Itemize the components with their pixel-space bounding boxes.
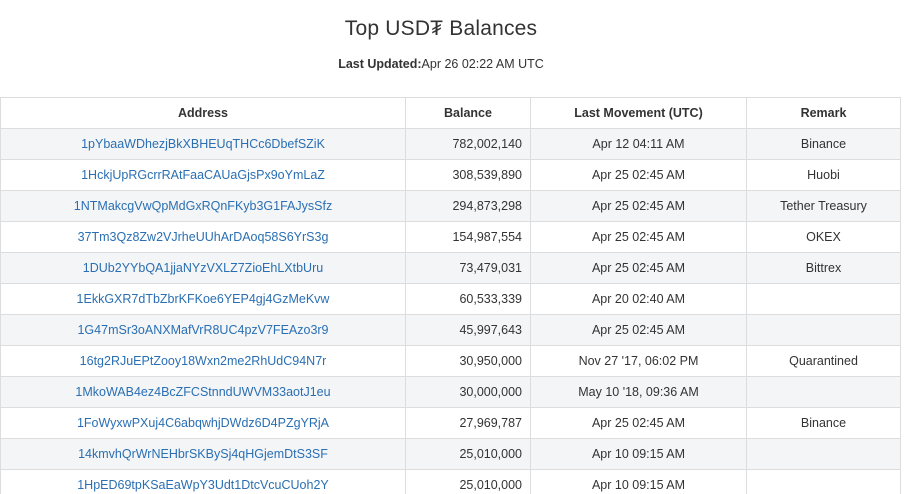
address-cell: 14kmvhQrWrNEHbrSKBySj4qHGjemDtS3SF bbox=[0, 438, 406, 470]
remark-cell bbox=[746, 314, 901, 346]
balance-cell: 60,533,339 bbox=[405, 283, 531, 315]
address-link[interactable]: 1NTMakcgVwQpMdGxRQnFKyb3G1FAJysSfz bbox=[74, 199, 332, 213]
address-cell: 1HpED69tpKSaEaWpY3Udt1DtcVcuCUoh2Y bbox=[0, 469, 406, 494]
remark-cell: Binance bbox=[746, 407, 901, 439]
address-cell: 1pYbaaWDhezjBkXBHEUqTHCc6DbefSZiK bbox=[0, 128, 406, 160]
address-link[interactable]: 1G47mSr3oANXMafVrR8UC4pzV7FEAzo3r9 bbox=[77, 323, 328, 337]
address-link[interactable]: 37Tm3Qz8Zw2VJrheUUhArDAoq58S6YrS3g bbox=[78, 230, 329, 244]
remark-cell: Tether Treasury bbox=[746, 190, 901, 222]
address-cell: 16tg2RJuEPtZooy18Wxn2me2RhUdC94N7r bbox=[0, 345, 406, 377]
last-movement-cell: Apr 10 09:15 AM bbox=[530, 469, 747, 494]
last-movement-cell: Apr 12 04:11 AM bbox=[530, 128, 747, 160]
address-cell: 1NTMakcgVwQpMdGxRQnFKyb3G1FAJysSfz bbox=[0, 190, 406, 222]
address-cell: 1G47mSr3oANXMafVrR8UC4pzV7FEAzo3r9 bbox=[0, 314, 406, 346]
table-row: 1G47mSr3oANXMafVrR8UC4pzV7FEAzo3r9 45,99… bbox=[0, 314, 901, 346]
address-cell: 1DUb2YYbQA1jjaNYzVXLZ7ZioEhLXtbUru bbox=[0, 252, 406, 284]
balance-cell: 308,539,890 bbox=[405, 159, 531, 191]
last-updated: Last Updated:Apr 26 02:22 AM UTC bbox=[0, 57, 882, 71]
address-link[interactable]: 1FoWyxwPXuj4C6abqwhjDWdz6D4PZgYRjA bbox=[77, 416, 329, 430]
table-row: 16tg2RJuEPtZooy18Wxn2me2RhUdC94N7r 30,95… bbox=[0, 345, 901, 377]
remark-cell: Binance bbox=[746, 128, 901, 160]
balance-cell: 25,010,000 bbox=[405, 469, 531, 494]
address-link[interactable]: 1pYbaaWDhezjBkXBHEUqTHCc6DbefSZiK bbox=[81, 137, 325, 151]
address-link[interactable]: 1EkkGXR7dTbZbrKFKoe6YEP4gj4GzMeKvw bbox=[77, 292, 330, 306]
balance-cell: 30,950,000 bbox=[405, 345, 531, 377]
last-movement-cell: Apr 25 02:45 AM bbox=[530, 159, 747, 191]
page: Top USD₮ Balances Last Updated:Apr 26 02… bbox=[0, 0, 917, 494]
balance-cell: 154,987,554 bbox=[405, 221, 531, 253]
table-row: 1NTMakcgVwQpMdGxRQnFKyb3G1FAJysSfz 294,8… bbox=[0, 190, 901, 222]
address-link[interactable]: 1MkoWAB4ez4BcZFCStnndUWVM33aotJ1eu bbox=[75, 385, 330, 399]
column-header-balance: Balance bbox=[405, 97, 531, 129]
balance-cell: 25,010,000 bbox=[405, 438, 531, 470]
remark-cell: OKEX bbox=[746, 221, 901, 253]
page-title: Top USD₮ Balances bbox=[344, 17, 538, 40]
table-row: 1DUb2YYbQA1jjaNYzVXLZ7ZioEhLXtbUru 73,47… bbox=[0, 252, 901, 284]
last-updated-label: Last Updated: bbox=[338, 57, 422, 71]
table-header-row: Address Balance Last Movement (UTC) Rema… bbox=[0, 97, 901, 129]
last-movement-cell: Apr 25 02:45 AM bbox=[530, 314, 747, 346]
table-row: 14kmvhQrWrNEHbrSKBySj4qHGjemDtS3SF 25,01… bbox=[0, 438, 901, 470]
last-movement-cell: Apr 10 09:15 AM bbox=[530, 438, 747, 470]
table-row: 1EkkGXR7dTbZbrKFKoe6YEP4gj4GzMeKvw 60,53… bbox=[0, 283, 901, 315]
address-cell: 1MkoWAB4ez4BcZFCStnndUWVM33aotJ1eu bbox=[0, 376, 406, 408]
remark-cell bbox=[746, 283, 901, 315]
remark-cell bbox=[746, 438, 901, 470]
last-movement-cell: Apr 25 02:45 AM bbox=[530, 407, 747, 439]
last-updated-value: Apr 26 02:22 AM UTC bbox=[421, 57, 544, 71]
balance-cell: 73,479,031 bbox=[405, 252, 531, 284]
address-link[interactable]: 14kmvhQrWrNEHbrSKBySj4qHGjemDtS3SF bbox=[78, 447, 328, 461]
table-row: 1pYbaaWDhezjBkXBHEUqTHCc6DbefSZiK 782,00… bbox=[0, 128, 901, 160]
remark-cell bbox=[746, 469, 901, 494]
column-header-address: Address bbox=[0, 97, 406, 129]
last-movement-cell: Nov 27 '17, 06:02 PM bbox=[530, 345, 747, 377]
address-cell: 1FoWyxwPXuj4C6abqwhjDWdz6D4PZgYRjA bbox=[0, 407, 406, 439]
table-row: 1FoWyxwPXuj4C6abqwhjDWdz6D4PZgYRjA 27,96… bbox=[0, 407, 901, 439]
remark-cell: Huobi bbox=[746, 159, 901, 191]
table-row: 37Tm3Qz8Zw2VJrheUUhArDAoq58S6YrS3g 154,9… bbox=[0, 221, 901, 253]
balance-cell: 30,000,000 bbox=[405, 376, 531, 408]
table-row: 1HckjUpRGcrrRAtFaaCAUaGjsPx9oYmLaZ 308,5… bbox=[0, 159, 901, 191]
table-row: 1HpED69tpKSaEaWpY3Udt1DtcVcuCUoh2Y 25,01… bbox=[0, 469, 901, 494]
remark-cell: Bittrex bbox=[746, 252, 901, 284]
table-row: 1MkoWAB4ez4BcZFCStnndUWVM33aotJ1eu 30,00… bbox=[0, 376, 901, 408]
last-movement-cell: May 10 '18, 09:36 AM bbox=[530, 376, 747, 408]
balance-cell: 782,002,140 bbox=[405, 128, 531, 160]
remark-cell: Quarantined bbox=[746, 345, 901, 377]
address-cell: 1EkkGXR7dTbZbrKFKoe6YEP4gj4GzMeKvw bbox=[0, 283, 406, 315]
remark-cell bbox=[746, 376, 901, 408]
column-header-last-movement: Last Movement (UTC) bbox=[530, 97, 747, 129]
last-movement-cell: Apr 20 02:40 AM bbox=[530, 283, 747, 315]
last-movement-cell: Apr 25 02:45 AM bbox=[530, 252, 747, 284]
balance-cell: 45,997,643 bbox=[405, 314, 531, 346]
address-cell: 37Tm3Qz8Zw2VJrheUUhArDAoq58S6YrS3g bbox=[0, 221, 406, 253]
address-link[interactable]: 1HpED69tpKSaEaWpY3Udt1DtcVcuCUoh2Y bbox=[77, 478, 329, 492]
last-movement-cell: Apr 25 02:45 AM bbox=[530, 221, 747, 253]
address-link[interactable]: 1HckjUpRGcrrRAtFaaCAUaGjsPx9oYmLaZ bbox=[81, 168, 325, 182]
column-header-remark: Remark bbox=[746, 97, 901, 129]
balance-cell: 27,969,787 bbox=[405, 407, 531, 439]
address-link[interactable]: 16tg2RJuEPtZooy18Wxn2me2RhUdC94N7r bbox=[80, 354, 327, 368]
balances-table: Address Balance Last Movement (UTC) Rema… bbox=[0, 97, 901, 494]
balance-cell: 294,873,298 bbox=[405, 190, 531, 222]
address-link[interactable]: 1DUb2YYbQA1jjaNYzVXLZ7ZioEhLXtbUru bbox=[83, 261, 323, 275]
last-movement-cell: Apr 25 02:45 AM bbox=[530, 190, 747, 222]
address-cell: 1HckjUpRGcrrRAtFaaCAUaGjsPx9oYmLaZ bbox=[0, 159, 406, 191]
